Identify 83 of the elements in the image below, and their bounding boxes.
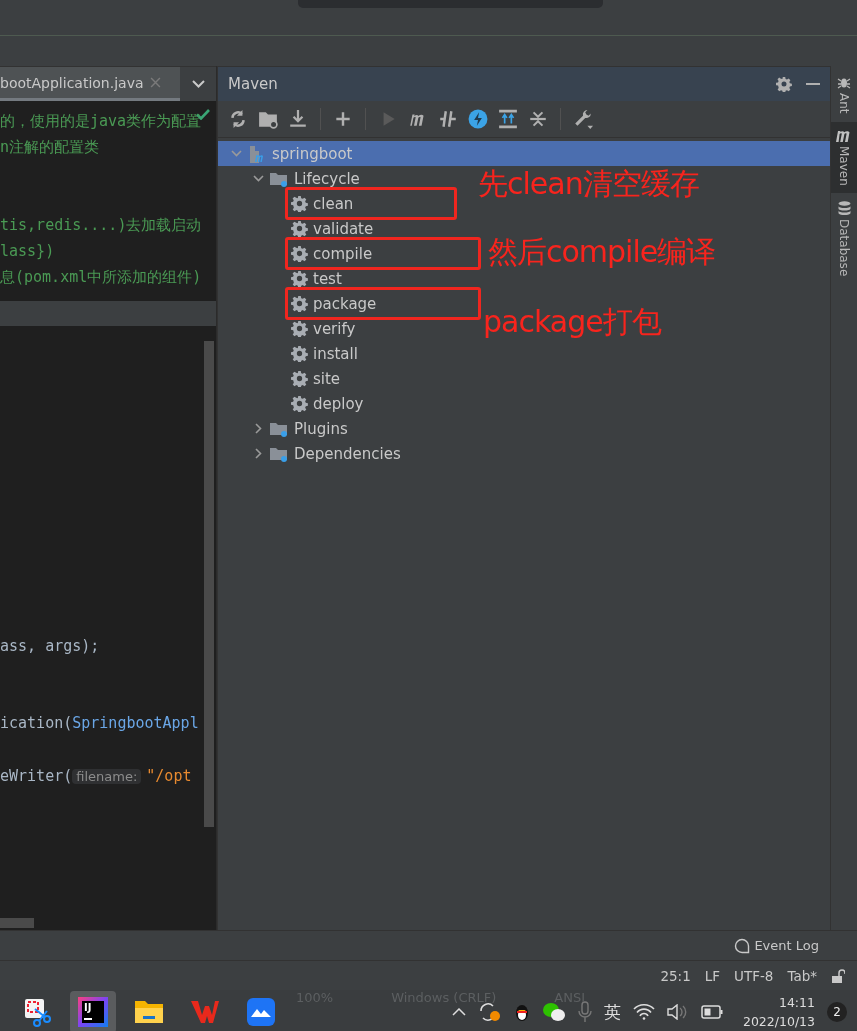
gear-icon: [291, 370, 308, 387]
event-log-button[interactable]: Event Log: [734, 937, 819, 954]
collapse-icon[interactable]: [528, 109, 548, 129]
tree-item[interactable]: compile: [269, 241, 373, 266]
code-line: lass}): [0, 241, 55, 261]
status-item[interactable]: 25:1: [660, 967, 691, 984]
expand-icon[interactable]: [498, 109, 518, 129]
event-log-icon[interactable]: [734, 937, 751, 954]
penguin-icon[interactable]: [513, 1002, 530, 1022]
sync-icon[interactable]: [477, 1001, 502, 1023]
gear-icon: [291, 270, 308, 287]
editor-tab[interactable]: bootApplication.java: [0, 67, 180, 101]
status-item[interactable]: UTF-8: [734, 967, 774, 984]
annotation-text: 然后compile编译: [488, 233, 716, 271]
microphone-icon[interactable]: [577, 1001, 592, 1023]
wifi-icon[interactable]: [632, 1004, 655, 1020]
idea-icon[interactable]: IJ: [78, 997, 108, 1027]
code-line: tis,redis....)去加载启动: [0, 215, 202, 235]
settings-icon: [776, 76, 792, 92]
chevron-right-icon[interactable]: [254, 423, 262, 434]
clock-time[interactable]: 14:11: [778, 993, 815, 1012]
speaker-icon[interactable]: [666, 1004, 689, 1020]
annotation-text: 先clean清空缓存: [478, 165, 699, 203]
gear-icon: [291, 220, 308, 237]
side-tab[interactable]: Database: [831, 193, 857, 285]
panel-title: Maven: [228, 75, 279, 93]
lightning-icon[interactable]: [468, 109, 488, 129]
gear-icon: [291, 345, 308, 362]
gear-icon: [291, 295, 308, 312]
reload-icon[interactable]: [228, 109, 248, 129]
taskbar-app[interactable]: IJ: [70, 991, 116, 1031]
tree-item[interactable]: Plugins: [247, 416, 348, 441]
side-tab[interactable]: Maven: [831, 121, 857, 194]
scrollbar[interactable]: [0, 918, 34, 928]
office-icon[interactable]: [190, 998, 220, 1026]
scrollbar[interactable]: [204, 341, 214, 827]
database-icon: [837, 201, 851, 216]
notification-badge[interactable]: 2: [827, 1002, 847, 1022]
cloud-icon[interactable]: [247, 998, 275, 1026]
gear-icon: [291, 195, 308, 212]
plus-icon[interactable]: [333, 109, 353, 129]
tree-item[interactable]: Lifecycle: [247, 166, 360, 191]
status-item[interactable]: Tab*: [787, 967, 817, 984]
tree-item[interactable]: install: [269, 341, 358, 366]
tree-item[interactable]: validate: [269, 216, 374, 241]
gear-icon: [291, 320, 308, 337]
tree-item[interactable]: Dependencies: [247, 441, 401, 466]
annotation-text: package打包: [483, 303, 661, 341]
download-icon[interactable]: [288, 109, 308, 129]
input-method-indicator[interactable]: 英: [603, 1000, 621, 1024]
side-tab[interactable]: Ant: [831, 67, 857, 122]
gear-icon: [291, 245, 308, 262]
code-text: "/opt: [146, 767, 192, 785]
tree-item[interactable]: deploy: [269, 391, 364, 416]
scissors-icon[interactable]: [23, 997, 51, 1027]
code-line: ass, args);: [0, 636, 100, 656]
battery-icon[interactable]: [700, 1005, 723, 1019]
skip-tests-icon[interactable]: [438, 109, 458, 129]
maven-icon: [836, 129, 852, 142]
code-text: eWriter(: [0, 767, 73, 785]
chevron-up-icon[interactable]: [451, 1008, 466, 1016]
code-line: 的，使用的是java类作为配置: [0, 111, 202, 131]
tree-item[interactable]: site: [269, 366, 341, 391]
tree-item[interactable]: verify: [269, 316, 356, 341]
code-line: n注解的配置类: [0, 137, 100, 157]
chevron-down-icon[interactable]: [191, 80, 205, 88]
folder-icon[interactable]: [134, 999, 164, 1025]
chevron-down-icon[interactable]: [252, 175, 264, 182]
chevron-right-icon[interactable]: [254, 448, 262, 459]
unlock-icon[interactable]: [831, 968, 845, 983]
code-line: ication(SpringbootAppl: [0, 713, 199, 733]
tree-item[interactable]: clean: [269, 191, 354, 216]
code-line: 息(pom.xml中所添加的组件): [0, 267, 202, 287]
clock-date[interactable]: 2022/10/13: [742, 1012, 815, 1031]
parameter-hint: filename:: [72, 769, 142, 784]
tree-item[interactable]: test: [269, 266, 342, 291]
wrench-icon[interactable]: [573, 109, 593, 129]
tree-item[interactable]: package: [269, 291, 377, 316]
minimize-icon[interactable]: [806, 82, 820, 86]
chat-icon[interactable]: [541, 1002, 566, 1022]
folder-icon[interactable]: [258, 109, 278, 129]
gear-icon: [291, 395, 308, 412]
status-item[interactable]: LF: [704, 967, 721, 984]
